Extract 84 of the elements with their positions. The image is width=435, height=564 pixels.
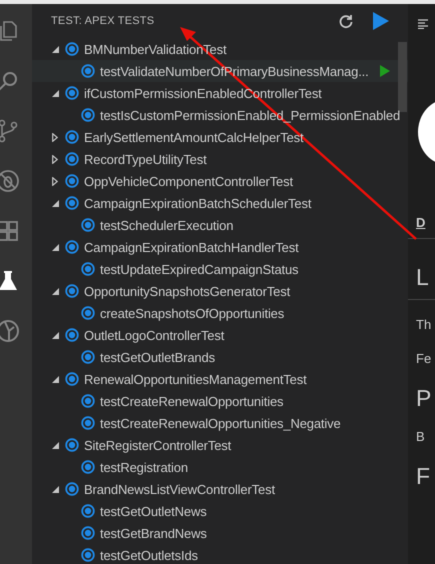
test-method-name: testRegistration (100, 460, 188, 474)
test-method-name: testCreateRenewalOpportunities_Negative (100, 416, 341, 430)
test-status-icon (81, 416, 95, 430)
test-status-icon (65, 42, 79, 56)
test-status-icon (81, 548, 95, 562)
outline-icon[interactable] (418, 19, 428, 29)
test-class-row[interactable]: EarlySettlementAmountCalcHelperTest (32, 126, 408, 148)
test-status-icon (65, 196, 79, 210)
test-method-name: testUpdateExpiredCampaignStatus (100, 262, 298, 276)
test-method-row[interactable]: testGetOutletsIds (32, 544, 408, 564)
test-status-icon (81, 108, 95, 122)
extensions-icon (0, 219, 20, 243)
test-status-icon (81, 218, 95, 232)
test-class-row[interactable]: OppVehicleComponentControllerTest (32, 170, 408, 192)
test-class-name: RecordTypeUtilityTest (84, 152, 207, 166)
test-method-row[interactable]: createSnapshotsOfOpportunities (32, 302, 408, 324)
panel-title: TEST: APEX TESTS (51, 15, 156, 27)
test-status-icon (65, 130, 79, 144)
test-class-name: BrandNewsListViewControllerTest (84, 482, 275, 496)
body-text: B (416, 428, 425, 446)
link-text[interactable]: D (416, 215, 426, 230)
no-bug-icon (0, 169, 20, 193)
test-status-icon (81, 526, 95, 540)
test-status-icon (65, 284, 79, 298)
refresh-icon[interactable] (338, 13, 354, 29)
scrollbar-thumb[interactable] (398, 42, 407, 112)
test-status-icon (65, 482, 79, 496)
test-method-row[interactable]: testUpdateExpiredCampaignStatus (32, 258, 408, 280)
test-class-row[interactable]: CampaignExpirationBatchHandlerTest (32, 236, 408, 258)
body-text: Fe (416, 350, 432, 368)
test-method-row[interactable]: testGetOutletNews (32, 500, 408, 522)
test-class-name: SiteRegisterControllerTest (84, 438, 232, 452)
test-status-icon (65, 240, 79, 254)
run-test-icon[interactable] (380, 65, 390, 77)
body-text: Th (416, 316, 432, 334)
test-method-name: testGetBrandNews (100, 526, 207, 540)
test-class-row[interactable]: RenewalOpportunitiesManagementTest (32, 368, 408, 390)
test-status-icon (81, 262, 95, 276)
test-method-name: testGetOutletsIds (100, 548, 198, 562)
heading-text: F (416, 462, 430, 490)
test-class-name: RenewalOpportunitiesManagementTest (84, 372, 307, 386)
files-icon (0, 19, 20, 43)
test-method-row[interactable]: testCreateRenewalOpportunities_Negative (32, 412, 408, 434)
test-class-row[interactable]: OutletLogoControllerTest (32, 324, 408, 346)
test-class-row[interactable]: SiteRegisterControllerTest (32, 434, 408, 456)
test-method-name: testCreateRenewalOpportunities (100, 394, 284, 408)
test-class-name: OutletLogoControllerTest (84, 328, 224, 342)
test-method-name: testGetOutletNews (100, 504, 207, 518)
test-method-row[interactable]: testGetBrandNews (32, 522, 408, 544)
test-status-icon (81, 394, 95, 408)
org-icon (0, 319, 20, 343)
test-status-icon (65, 152, 79, 166)
search-icon (0, 69, 20, 93)
test-status-icon (65, 328, 79, 342)
test-class-row[interactable]: CampaignExpirationBatchSchedulerTest (32, 192, 408, 214)
test-method-row[interactable]: testSchedulerExecution (32, 214, 408, 236)
test-status-icon (81, 460, 95, 474)
test-method-name: createSnapshotsOfOpportunities (100, 306, 284, 320)
test-method-name: testSchedulerExecution (100, 218, 234, 232)
test-class-name: OppVehicleComponentControllerTest (84, 174, 293, 188)
test-status-icon (65, 438, 79, 452)
heading-text: L (416, 263, 429, 291)
test-status-icon (81, 350, 95, 364)
test-class-row[interactable]: RecordTypeUtilityTest (32, 148, 408, 170)
run-all-icon[interactable] (372, 11, 390, 31)
test-status-icon (65, 372, 79, 386)
test-status-icon (65, 174, 79, 188)
flask-icon (0, 269, 20, 293)
test-class-row[interactable]: BrandNewsListViewControllerTest (32, 478, 408, 500)
test-class-name: CampaignExpirationBatchHandlerTest (84, 240, 299, 254)
branch-icon (0, 119, 20, 143)
test-status-icon (65, 86, 79, 100)
test-method-name: testGetOutletBrands (100, 350, 215, 364)
test-class-row[interactable]: OpportunitySnapshotsGeneratorTest (32, 280, 408, 302)
test-status-icon (81, 504, 95, 518)
test-method-row[interactable]: testGetOutletBrands (32, 346, 408, 368)
test-status-icon (81, 306, 95, 320)
test-class-name: OpportunitySnapshotsGeneratorTest (84, 284, 290, 298)
heading-text: P (416, 384, 432, 412)
test-method-row[interactable]: testRegistration (32, 456, 408, 478)
test-class-name: EarlySettlementAmountCalcHelperTest (84, 130, 304, 144)
test-method-row[interactable]: testCreateRenewalOpportunities (32, 390, 408, 412)
test-class-name: CampaignExpirationBatchSchedulerTest (84, 196, 312, 210)
test-status-icon (81, 64, 95, 78)
